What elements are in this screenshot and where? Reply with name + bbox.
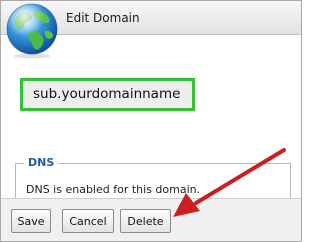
dns-legend: DNS (24, 156, 59, 169)
dns-status-text: DNS is enabled for this domain. (26, 183, 201, 196)
dialog-footer: Save Cancel Delete (1, 198, 301, 241)
globe-icon (6, 3, 58, 59)
domain-name-display: sub.yourdomainname (20, 78, 195, 111)
cancel-button[interactable]: Cancel (62, 209, 114, 233)
dialog-body: sub.yourdomainname DNS DNS is enabled fo… (1, 35, 301, 226)
dialog-title: Edit Domain (66, 11, 140, 25)
save-button[interactable]: Save (11, 209, 51, 233)
delete-button[interactable]: Delete (120, 209, 171, 233)
